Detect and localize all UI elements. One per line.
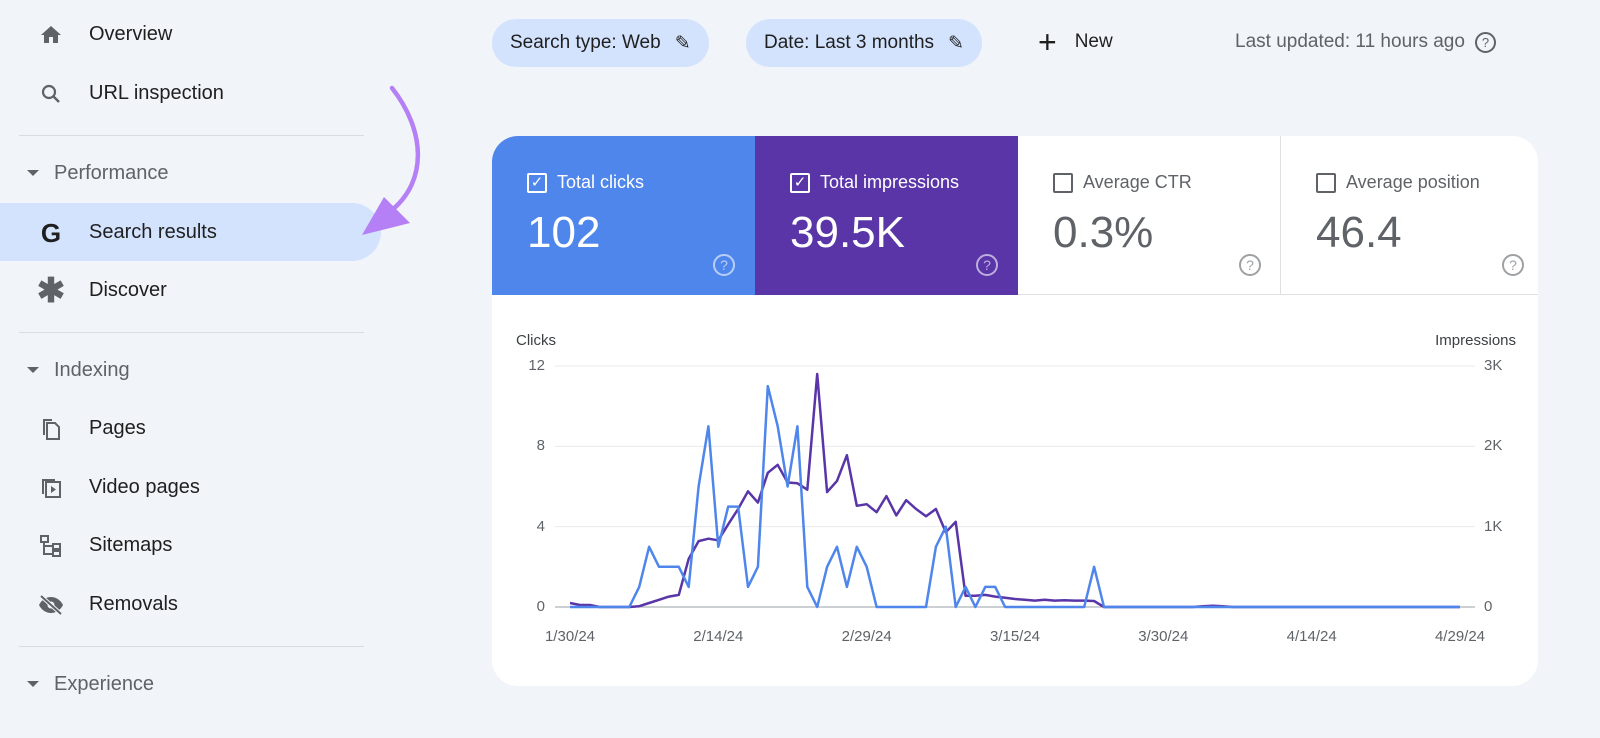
plus-icon: + bbox=[1038, 24, 1057, 60]
caret-down-icon bbox=[27, 367, 39, 373]
date-filter-chip[interactable]: Date: Last 3 months ✎ bbox=[746, 19, 982, 67]
last-updated: Last updated: 11 hours ago ? bbox=[1235, 31, 1496, 53]
divider bbox=[19, 332, 364, 333]
caret-down-icon bbox=[27, 681, 39, 687]
help-icon[interactable]: ? bbox=[1474, 31, 1496, 53]
video-pages-icon bbox=[38, 475, 64, 501]
pages-icon bbox=[38, 416, 64, 442]
sitemap-icon bbox=[38, 533, 64, 559]
annotation-arrow bbox=[362, 85, 421, 235]
pencil-icon: ✎ bbox=[674, 32, 691, 54]
performance-chart bbox=[555, 365, 1475, 609]
search-type-filter-chip[interactable]: Search type: Web ✎ bbox=[492, 19, 709, 67]
eye-off-icon bbox=[38, 592, 64, 618]
divider bbox=[19, 646, 364, 647]
new-filter-button[interactable]: + New bbox=[1038, 26, 1113, 58]
series-line-impressions bbox=[569, 372, 1460, 609]
performance-card: ✓ Total clicks 102 ? ✓ Total impressions 3… bbox=[492, 136, 1538, 686]
pencil-icon: ✎ bbox=[948, 32, 964, 54]
series-line-clicks bbox=[570, 384, 1460, 609]
